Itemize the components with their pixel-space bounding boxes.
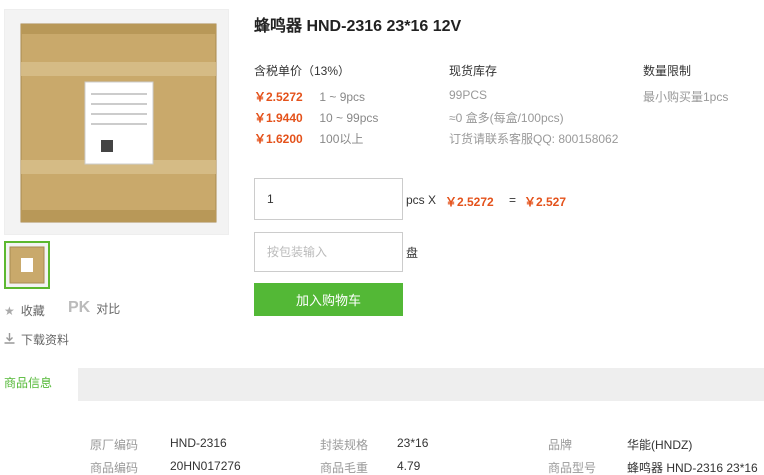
spec-value: 20HN017276 — [170, 459, 241, 473]
compare-label: 对比 — [96, 301, 121, 316]
download-button[interactable]: 下载资料 — [4, 331, 69, 348]
star-icon: ★ — [4, 303, 15, 318]
stock-box-info: ≈0 盒多(每盒/100pcs) — [449, 111, 564, 125]
tier-price: ￥1.9440 — [254, 111, 303, 125]
qty-unit-label: pcs X — [406, 193, 437, 207]
pack-quantity-input[interactable] — [254, 232, 403, 272]
product-box-illustration — [5, 10, 228, 234]
pack-unit-label: 盘 — [406, 246, 419, 260]
spec-label: 商品型号 — [548, 461, 597, 475]
spec-value: 蜂鸣器 HND-2316 23*16 . — [627, 461, 762, 475]
download-label: 下载资料 — [21, 333, 70, 347]
product-title: 蜂鸣器 HND-2316 23*16 12V — [254, 18, 462, 35]
product-main-image[interactable] — [4, 9, 229, 235]
spec-value: 4.79 — [397, 459, 421, 473]
info-tab-bar: 商品信息 — [0, 368, 764, 401]
spec-label: 封装规格 — [320, 438, 369, 452]
calc-unit-price: ￥2.5272 — [445, 195, 494, 209]
price-header: 含税单价（13%） — [254, 64, 351, 78]
tier-range: 10 ~ 99pcs — [319, 111, 379, 125]
spec-label: 商品编码 — [90, 461, 139, 475]
limit-text: 最小购买量1pcs — [643, 90, 729, 104]
stock-header: 现货库存 — [449, 64, 498, 78]
stock-contact: 订货请联系客服QQ: 800158062 — [449, 132, 619, 146]
download-icon — [4, 332, 15, 347]
spec-label: 原厂编码 — [90, 438, 139, 452]
price-tier: ￥1.9440 10 ~ 99pcs — [254, 109, 378, 126]
calc-total-price: ￥2.527 — [524, 195, 567, 209]
stock-quantity: 99PCS — [449, 88, 488, 102]
compare-button[interactable]: PK 对比 — [68, 299, 120, 317]
favorite-button[interactable]: ★ 收藏 — [4, 302, 45, 319]
spec-label: 品牌 — [548, 438, 573, 452]
tier-price: ￥1.6200 — [254, 132, 303, 146]
calc-equals: = — [509, 193, 517, 207]
tier-range: 100以上 — [319, 132, 364, 146]
price-tier: ￥1.6200 100以上 — [254, 130, 363, 147]
spec-label: 商品毛重 — [320, 461, 369, 475]
tier-range: 1 ~ 9pcs — [319, 90, 366, 104]
pk-icon: PK — [68, 299, 91, 316]
product-thumbnail-illustration — [6, 243, 48, 287]
product-thumbnail[interactable] — [4, 241, 50, 289]
favorite-label: 收藏 — [20, 304, 45, 318]
spec-value: 23*16 — [397, 436, 429, 450]
tier-price: ￥2.5272 — [254, 90, 303, 104]
limit-header: 数量限制 — [643, 64, 692, 78]
spec-value: 华能(HNDZ) — [627, 438, 693, 452]
spec-value: HND-2316 — [170, 436, 227, 450]
price-tier: ￥2.5272 1 ~ 9pcs — [254, 88, 365, 105]
add-to-cart-button[interactable]: 加入购物车 — [254, 283, 403, 316]
tab-product-info[interactable]: 商品信息 — [0, 368, 78, 401]
quantity-input[interactable] — [254, 178, 403, 220]
